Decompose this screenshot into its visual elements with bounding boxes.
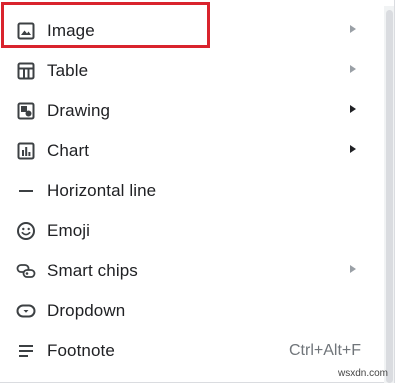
menu-item-label: Footnote [47, 341, 115, 360]
horizontal-line-icon [19, 190, 33, 192]
menu-item-label: Dropdown [47, 301, 126, 320]
chart-icon [17, 142, 35, 160]
menu-item-table[interactable]: Table [0, 51, 378, 91]
dropdown-icon [16, 304, 36, 318]
drawing-icon [17, 102, 35, 120]
submenu-arrow-icon [350, 65, 356, 73]
menu-item-chart[interactable]: Chart [0, 131, 378, 171]
menu-item-label: Table [47, 61, 89, 80]
menu-item-label: Emoji [47, 221, 91, 240]
emoji-icon [17, 222, 35, 240]
scrollbar-thumb[interactable] [386, 10, 393, 383]
menu-item-drawing[interactable]: Drawing [0, 91, 378, 131]
menu-item-label: Chart [47, 141, 90, 160]
menu-item-smart-chips[interactable]: Smart chips [0, 251, 378, 291]
submenu-arrow-icon [350, 105, 356, 113]
menu-item-label: Smart chips [47, 261, 138, 280]
menu-item-label: Image [47, 21, 95, 40]
menu-item-dropdown[interactable]: Dropdown [0, 291, 378, 331]
submenu-arrow-icon [350, 265, 356, 273]
submenu-arrow-icon [350, 25, 356, 33]
menu-item-label: Drawing [47, 101, 111, 120]
footnote-icon [19, 345, 33, 357]
menu-item-footnote[interactable]: Footnote Ctrl+Alt+F [0, 331, 378, 371]
menu-item-emoji[interactable]: Emoji [0, 211, 378, 251]
footnote-shortcut: Ctrl+Alt+F [288, 342, 361, 359]
menu-item-horizontal-line[interactable]: Horizontal line [0, 171, 378, 211]
table-icon [17, 62, 35, 80]
insert-menu: Image Table Drawing Chart Horizontal lin… [0, 0, 395, 383]
menu-item-label: Horizontal line [47, 181, 157, 200]
image-icon [17, 22, 35, 40]
watermark-text: wsxdn.com [338, 368, 389, 379]
smart-chips-icon [16, 264, 36, 278]
submenu-arrow-icon [350, 145, 356, 153]
menu-item-image[interactable]: Image [0, 11, 378, 51]
